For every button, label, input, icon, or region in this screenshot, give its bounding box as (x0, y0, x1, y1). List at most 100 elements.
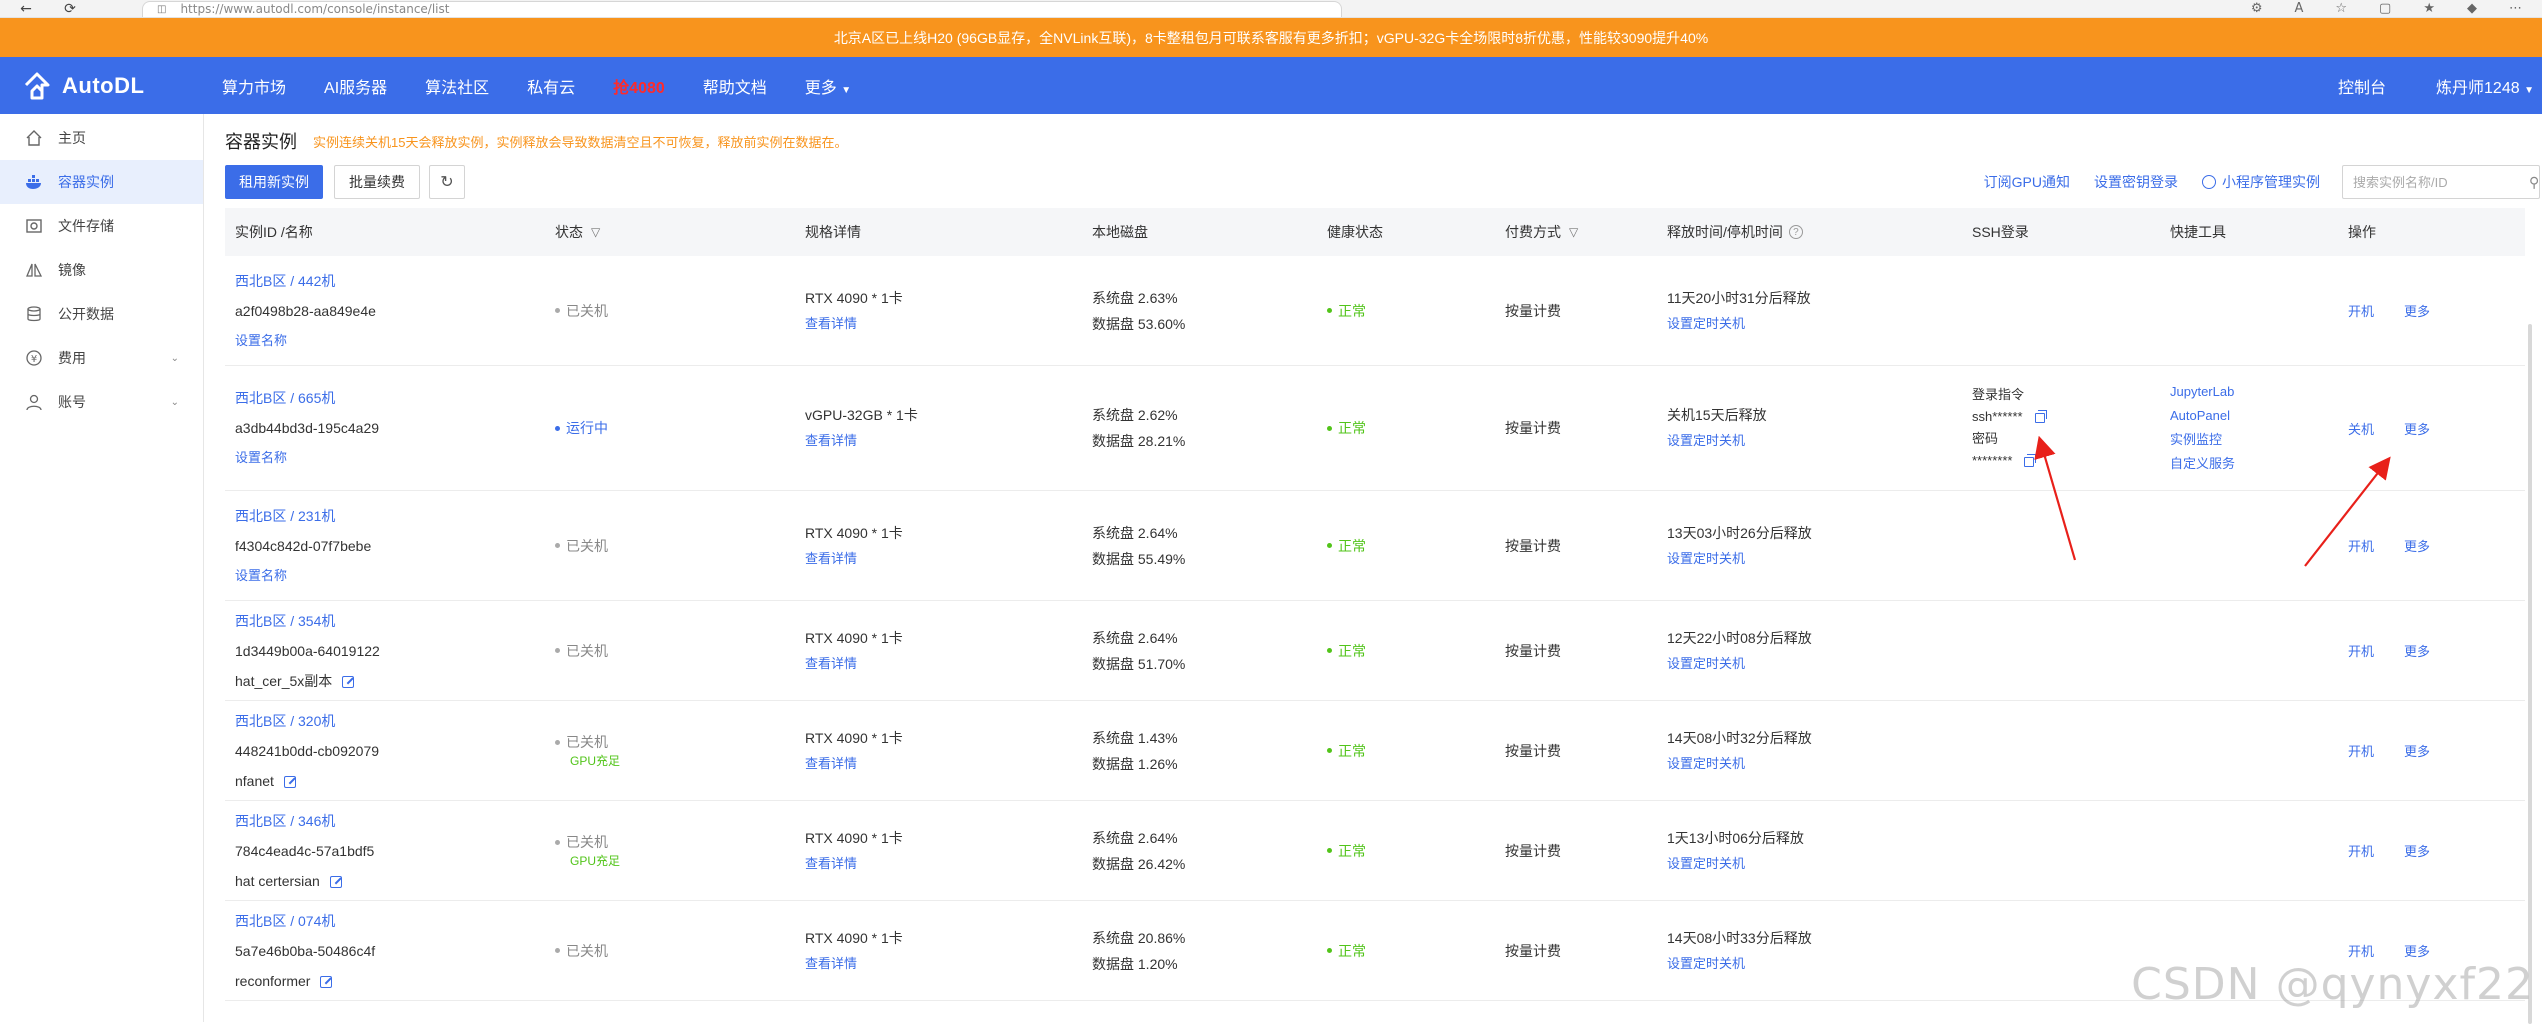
set-scheduled-shutdown-link[interactable]: 设置定时关机 (1667, 951, 1972, 977)
more-actions-button[interactable]: 更多 (2404, 301, 2430, 320)
edit-icon[interactable] (330, 876, 342, 888)
col-payment[interactable]: 付费方式▽ (1505, 222, 1667, 242)
power-toggle-button[interactable]: 开机 (2348, 301, 2374, 320)
set-scheduled-shutdown-link[interactable]: 设置定时关机 (1667, 651, 1972, 677)
status-dot-icon (555, 740, 560, 745)
sidebar-item-containers[interactable]: 容器实例 (0, 160, 203, 204)
nav-more[interactable]: 更多 ▼ (805, 74, 851, 98)
page-title: 容器实例 (225, 128, 297, 154)
quick-tool-link[interactable]: JupyterLab (2170, 380, 2348, 404)
health-dot-icon (1327, 848, 1332, 853)
view-details-link[interactable]: 查看详情 (805, 311, 1092, 337)
set-scheduled-shutdown-link[interactable]: 设置定时关机 (1667, 751, 1972, 777)
miniapp-manage-link[interactable]: 小程序管理实例 (2202, 172, 2320, 192)
nav-help-docs[interactable]: 帮助文档 (703, 74, 767, 98)
more-actions-button[interactable]: 更多 (2404, 841, 2430, 860)
instance-region-link[interactable]: 西北B区 / 231机 (235, 501, 555, 531)
translate-icon[interactable]: ⚙ (2251, 1, 2263, 16)
view-details-link[interactable]: 查看详情 (805, 951, 1092, 977)
set-name-link[interactable]: 设置名称 (235, 561, 555, 591)
power-toggle-button[interactable]: 开机 (2348, 841, 2374, 860)
more-actions-button[interactable]: 更多 (2404, 941, 2430, 960)
view-details-link[interactable]: 查看详情 (805, 428, 1092, 454)
instance-id-cell: 西北B区 / 231机 f4304c842d-07f7bebe 设置名称 (225, 501, 555, 591)
power-toggle-button[interactable]: 开机 (2348, 536, 2374, 555)
console-link[interactable]: 控制台 (2338, 74, 2386, 98)
vertical-scrollbar[interactable] (2528, 324, 2532, 1024)
user-menu[interactable]: 炼丹师1248 ▼ (2436, 74, 2534, 98)
set-scheduled-shutdown-link[interactable]: 设置定时关机 (1667, 311, 1972, 337)
col-status[interactable]: 状态▽ (555, 222, 805, 242)
release-time: 关机15天后释放 (1667, 402, 1972, 428)
power-toggle-button[interactable]: 开机 (2348, 741, 2374, 760)
nav-ai-server[interactable]: AI服务器 (324, 74, 387, 98)
filter-icon[interactable]: ▽ (1569, 225, 1578, 239)
instance-region-link[interactable]: 西北B区 / 346机 (235, 806, 555, 836)
edit-icon[interactable] (342, 676, 354, 688)
set-scheduled-shutdown-link[interactable]: 设置定时关机 (1667, 851, 1972, 877)
instance-region-link[interactable]: 西北B区 / 354机 (235, 606, 555, 636)
nav-algorithm-community[interactable]: 算法社区 (425, 74, 489, 98)
quick-tool-link[interactable]: 实例监控 (2170, 428, 2348, 452)
rent-new-instance-button[interactable]: 租用新实例 (225, 165, 323, 199)
power-toggle-button[interactable]: 关机 (2348, 419, 2374, 438)
sidebar-item-images[interactable]: 镜像 (0, 248, 203, 292)
search-input[interactable] (2353, 175, 2529, 190)
copy-icon[interactable] (2035, 413, 2045, 423)
refresh-button[interactable]: ↻ (429, 165, 465, 199)
copy-icon[interactable] (2024, 457, 2034, 467)
power-toggle-button[interactable]: 开机 (2348, 641, 2374, 660)
payment-cell: 按量计费 (1505, 301, 1667, 321)
batch-renew-button[interactable]: 批量续费 (334, 165, 420, 199)
sidebar-item-billing[interactable]: ¥ 费用 ⌄ (0, 336, 203, 380)
edit-icon[interactable] (284, 776, 296, 788)
sidebar-item-storage[interactable]: 文件存储 (0, 204, 203, 248)
extension-icon[interactable]: ◆ (2467, 1, 2477, 16)
edit-icon[interactable] (320, 976, 332, 988)
power-toggle-button[interactable]: 开机 (2348, 941, 2374, 960)
more-actions-button[interactable]: 更多 (2404, 419, 2430, 438)
instance-region-link[interactable]: 西北B区 / 442机 (235, 266, 555, 296)
set-scheduled-shutdown-link[interactable]: 设置定时关机 (1667, 546, 1972, 572)
subscribe-gpu-link[interactable]: 订阅GPU通知 (1984, 172, 2070, 192)
instance-region-link[interactable]: 西北B区 / 320机 (235, 706, 555, 736)
more-actions-button[interactable]: 更多 (2404, 536, 2430, 555)
sidebar-item-account[interactable]: 账号 ⌄ (0, 380, 203, 424)
release-time: 12天22小时08分后释放 (1667, 625, 1972, 651)
nav-grab-4080[interactable]: 抢4080 (613, 74, 665, 98)
filter-icon[interactable]: ▽ (591, 225, 600, 239)
favorite-icon[interactable]: ☆ (2335, 1, 2347, 16)
quick-tool-link[interactable]: 自定义服务 (2170, 452, 2348, 476)
key-login-link[interactable]: 设置密钥登录 (2094, 172, 2178, 192)
more-actions-button[interactable]: 更多 (2404, 741, 2430, 760)
instance-region-link[interactable]: 西北B区 / 665机 (235, 383, 555, 413)
browser-menu-icon[interactable]: ⋯ (2509, 1, 2522, 16)
set-name-link[interactable]: 设置名称 (235, 326, 555, 356)
view-details-link[interactable]: 查看详情 (805, 651, 1092, 677)
set-name-link[interactable]: 设置名称 (235, 443, 555, 473)
view-details-link[interactable]: 查看详情 (805, 851, 1092, 877)
site-info-icon[interactable]: ◫ (157, 4, 166, 15)
health-status: 正常 (1327, 741, 1505, 761)
sidebar-item-home[interactable]: 主页 (0, 116, 203, 160)
more-actions-button[interactable]: 更多 (2404, 641, 2430, 660)
back-arrow-icon[interactable]: ← (14, 1, 38, 17)
instance-search[interactable]: ⚲ (2342, 165, 2540, 199)
split-screen-icon[interactable]: ▢ (2379, 1, 2391, 16)
view-details-link[interactable]: 查看详情 (805, 751, 1092, 777)
nav-private-cloud[interactable]: 私有云 (527, 74, 575, 98)
nav-compute-market[interactable]: 算力市场 (222, 74, 286, 98)
instance-region-link[interactable]: 西北B区 / 074机 (235, 906, 555, 936)
logo[interactable]: AutoDL (22, 71, 222, 101)
favorites-bar-icon[interactable]: ★ (2423, 1, 2435, 16)
set-scheduled-shutdown-link[interactable]: 设置定时关机 (1667, 428, 1972, 454)
instance-name: hat_cer_5x副本 (235, 666, 555, 696)
quick-tool-link[interactable]: AutoPanel (2170, 404, 2348, 428)
help-icon[interactable]: ? (1789, 225, 1803, 239)
health-text: 正常 (1338, 418, 1366, 438)
refresh-icon[interactable]: ⟳ (58, 1, 82, 17)
sidebar-item-public-data[interactable]: 公开数据 (0, 292, 203, 336)
read-aloud-icon[interactable]: A (2294, 1, 2303, 16)
address-bar[interactable]: ◫ https://www.autodl.com/console/instanc… (142, 1, 1342, 17)
view-details-link[interactable]: 查看详情 (805, 546, 1092, 572)
